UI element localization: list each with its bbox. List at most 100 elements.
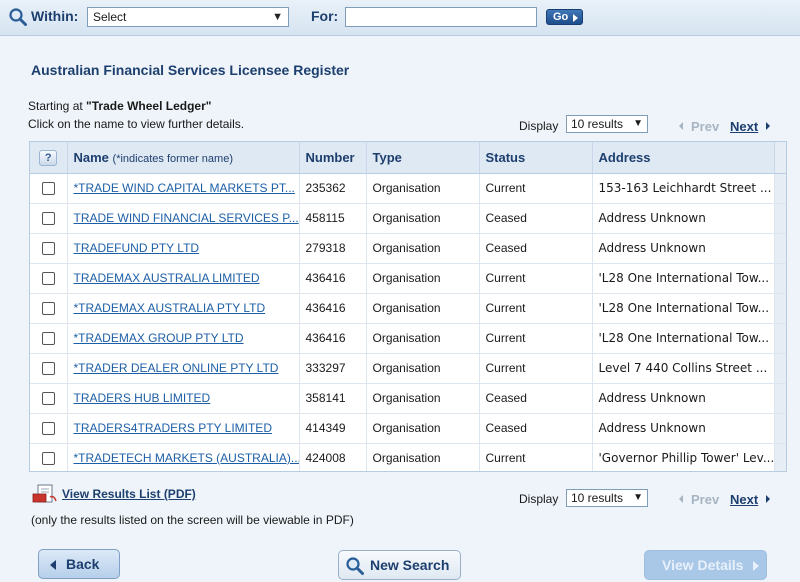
address-cell: 'Governor Phillip Tower' Lev... bbox=[592, 443, 775, 471]
row-checkbox-cell[interactable] bbox=[30, 233, 68, 264]
within-select[interactable]: Select ▼ bbox=[87, 7, 289, 27]
row-checkbox-cell[interactable] bbox=[30, 263, 68, 294]
row-checkbox-cell[interactable] bbox=[30, 383, 68, 414]
name-cell: TRADEFUND PTY LTD bbox=[67, 233, 300, 264]
row-checkbox-cell[interactable] bbox=[30, 443, 68, 471]
licensee-name-link[interactable]: *TRADETECH MARKETS (AUSTRALIA)... bbox=[74, 451, 299, 465]
type-cell: Organisation bbox=[366, 293, 480, 324]
number-cell: 458115 bbox=[299, 203, 367, 234]
display-select-value: 10 results bbox=[571, 117, 624, 131]
address-cell: Address Unknown bbox=[592, 203, 775, 234]
status-cell: Ceased bbox=[479, 233, 593, 264]
licensee-name-link[interactable]: *TRADEMAX AUSTRALIA PTY LTD bbox=[74, 301, 266, 315]
row-checkbox[interactable] bbox=[41, 362, 55, 376]
row-checkbox[interactable] bbox=[41, 212, 55, 226]
row-checkbox-cell[interactable] bbox=[30, 323, 68, 354]
scrollbar-track[interactable] bbox=[774, 413, 786, 444]
starting-at-text: Starting at "Trade Wheel Ledger" bbox=[28, 99, 211, 113]
licensee-name-link[interactable]: *TRADEMAX GROUP PTY LTD bbox=[74, 331, 244, 345]
results-table: ? Name (*indicates former name) Number T… bbox=[29, 141, 787, 472]
row-checkbox-cell[interactable] bbox=[30, 173, 68, 204]
number-cell: 414349 bbox=[299, 413, 367, 444]
starting-value: "Trade Wheel Ledger" bbox=[86, 99, 212, 113]
back-button[interactable]: Back bbox=[38, 549, 120, 579]
licensee-name-link[interactable]: TRADERS4TRADERS PTY LIMITED bbox=[74, 421, 272, 435]
search-icon bbox=[346, 557, 364, 575]
row-checkbox[interactable] bbox=[41, 302, 55, 316]
help-header[interactable]: ? bbox=[30, 142, 68, 174]
back-button-label: Back bbox=[66, 556, 100, 572]
row-checkbox[interactable] bbox=[41, 272, 55, 286]
type-cell: Organisation bbox=[366, 413, 480, 444]
view-details-button[interactable]: View Details bbox=[644, 550, 767, 580]
scrollbar-track[interactable] bbox=[774, 353, 786, 384]
pdf-icon[interactable] bbox=[32, 483, 58, 505]
view-results-pdf-link[interactable]: View Results List (PDF) bbox=[62, 487, 196, 501]
address-cell: Address Unknown bbox=[592, 413, 775, 444]
licensee-name-link[interactable]: TRADERS HUB LIMITED bbox=[74, 391, 211, 405]
row-checkbox[interactable] bbox=[41, 242, 55, 256]
scrollbar-header bbox=[774, 142, 786, 174]
scrollbar-track[interactable] bbox=[774, 263, 786, 294]
name-cell: TRADERS4TRADERS PTY LIMITED bbox=[67, 413, 300, 444]
next-link-top[interactable]: Next bbox=[730, 119, 758, 134]
pdf-note: (only the results listed on the screen w… bbox=[31, 513, 354, 527]
row-checkbox[interactable] bbox=[41, 392, 55, 406]
number-cell: 436416 bbox=[299, 323, 367, 354]
scrollbar-track[interactable] bbox=[774, 173, 786, 204]
scrollbar-track[interactable] bbox=[774, 443, 786, 471]
search-icon bbox=[9, 8, 27, 26]
column-header-name-label: Name bbox=[73, 149, 109, 165]
help-icon: ? bbox=[39, 149, 58, 166]
within-select-value: Select bbox=[93, 10, 127, 24]
display-select-bottom[interactable]: 10 results ▼ bbox=[566, 489, 648, 507]
arrow-right-icon bbox=[766, 122, 770, 130]
page-title: Australian Financial Services Licensee R… bbox=[31, 62, 350, 78]
row-checkbox[interactable] bbox=[41, 422, 55, 436]
table-row: *TRADEMAX GROUP PTY LTD 436416 Organisat… bbox=[30, 323, 786, 354]
scrollbar-track[interactable] bbox=[774, 233, 786, 264]
scrollbar-track[interactable] bbox=[774, 293, 786, 324]
row-checkbox-cell[interactable] bbox=[30, 353, 68, 384]
row-checkbox[interactable] bbox=[41, 182, 55, 196]
name-cell: *TRADE WIND CAPITAL MARKETS PT... bbox=[67, 173, 300, 204]
scrollbar-track[interactable] bbox=[774, 323, 786, 354]
scrollbar-track[interactable] bbox=[774, 203, 786, 234]
number-cell: 333297 bbox=[299, 353, 367, 384]
licensee-name-link[interactable]: TRADEMAX AUSTRALIA LIMITED bbox=[74, 271, 260, 285]
within-label: Within: bbox=[31, 8, 79, 24]
table-row: *TRADEMAX AUSTRALIA PTY LTD 436416 Organ… bbox=[30, 293, 786, 324]
licensee-name-link[interactable]: TRADE WIND FINANCIAL SERVICES P... bbox=[74, 211, 299, 225]
prev-label: Prev bbox=[691, 119, 720, 134]
table-row: TRADERS HUB LIMITED 358141 Organisation … bbox=[30, 383, 786, 414]
name-cell: *TRADEMAX AUSTRALIA PTY LTD bbox=[67, 293, 300, 324]
next-link-bottom[interactable]: Next bbox=[730, 492, 758, 507]
row-checkbox-cell[interactable] bbox=[30, 203, 68, 234]
type-cell: Organisation bbox=[366, 173, 480, 204]
row-checkbox-cell[interactable] bbox=[30, 413, 68, 444]
row-checkbox-cell[interactable] bbox=[30, 293, 68, 324]
scrollbar-track[interactable] bbox=[774, 383, 786, 414]
row-checkbox[interactable] bbox=[41, 452, 55, 466]
status-cell: Ceased bbox=[479, 413, 593, 444]
licensee-name-link[interactable]: *TRADER DEALER ONLINE PTY LTD bbox=[74, 361, 279, 375]
status-cell: Ceased bbox=[479, 203, 593, 234]
new-search-button[interactable]: New Search bbox=[338, 550, 461, 580]
search-input[interactable] bbox=[345, 7, 537, 27]
name-cell: TRADERS HUB LIMITED bbox=[67, 383, 300, 414]
column-header-status: Status bbox=[479, 142, 593, 174]
number-cell: 279318 bbox=[299, 233, 367, 264]
status-cell: Current bbox=[479, 293, 593, 324]
address-cell: 'L28 One International Tow... bbox=[592, 323, 775, 354]
address-cell: 'L28 One International Tow... bbox=[592, 293, 775, 324]
name-cell: TRADEMAX AUSTRALIA LIMITED bbox=[67, 263, 300, 294]
row-checkbox[interactable] bbox=[41, 332, 55, 346]
licensee-name-link[interactable]: TRADEFUND PTY LTD bbox=[74, 241, 200, 255]
licensee-name-link[interactable]: *TRADE WIND CAPITAL MARKETS PT... bbox=[74, 181, 295, 195]
address-cell: 153-163 Leichhardt Street ... bbox=[592, 173, 775, 204]
display-select-top[interactable]: 10 results ▼ bbox=[566, 115, 648, 133]
name-cell: *TRADETECH MARKETS (AUSTRALIA)... bbox=[67, 443, 300, 471]
number-cell: 424008 bbox=[299, 443, 367, 471]
go-button[interactable]: Go bbox=[546, 9, 583, 25]
go-button-label: Go bbox=[553, 11, 569, 23]
